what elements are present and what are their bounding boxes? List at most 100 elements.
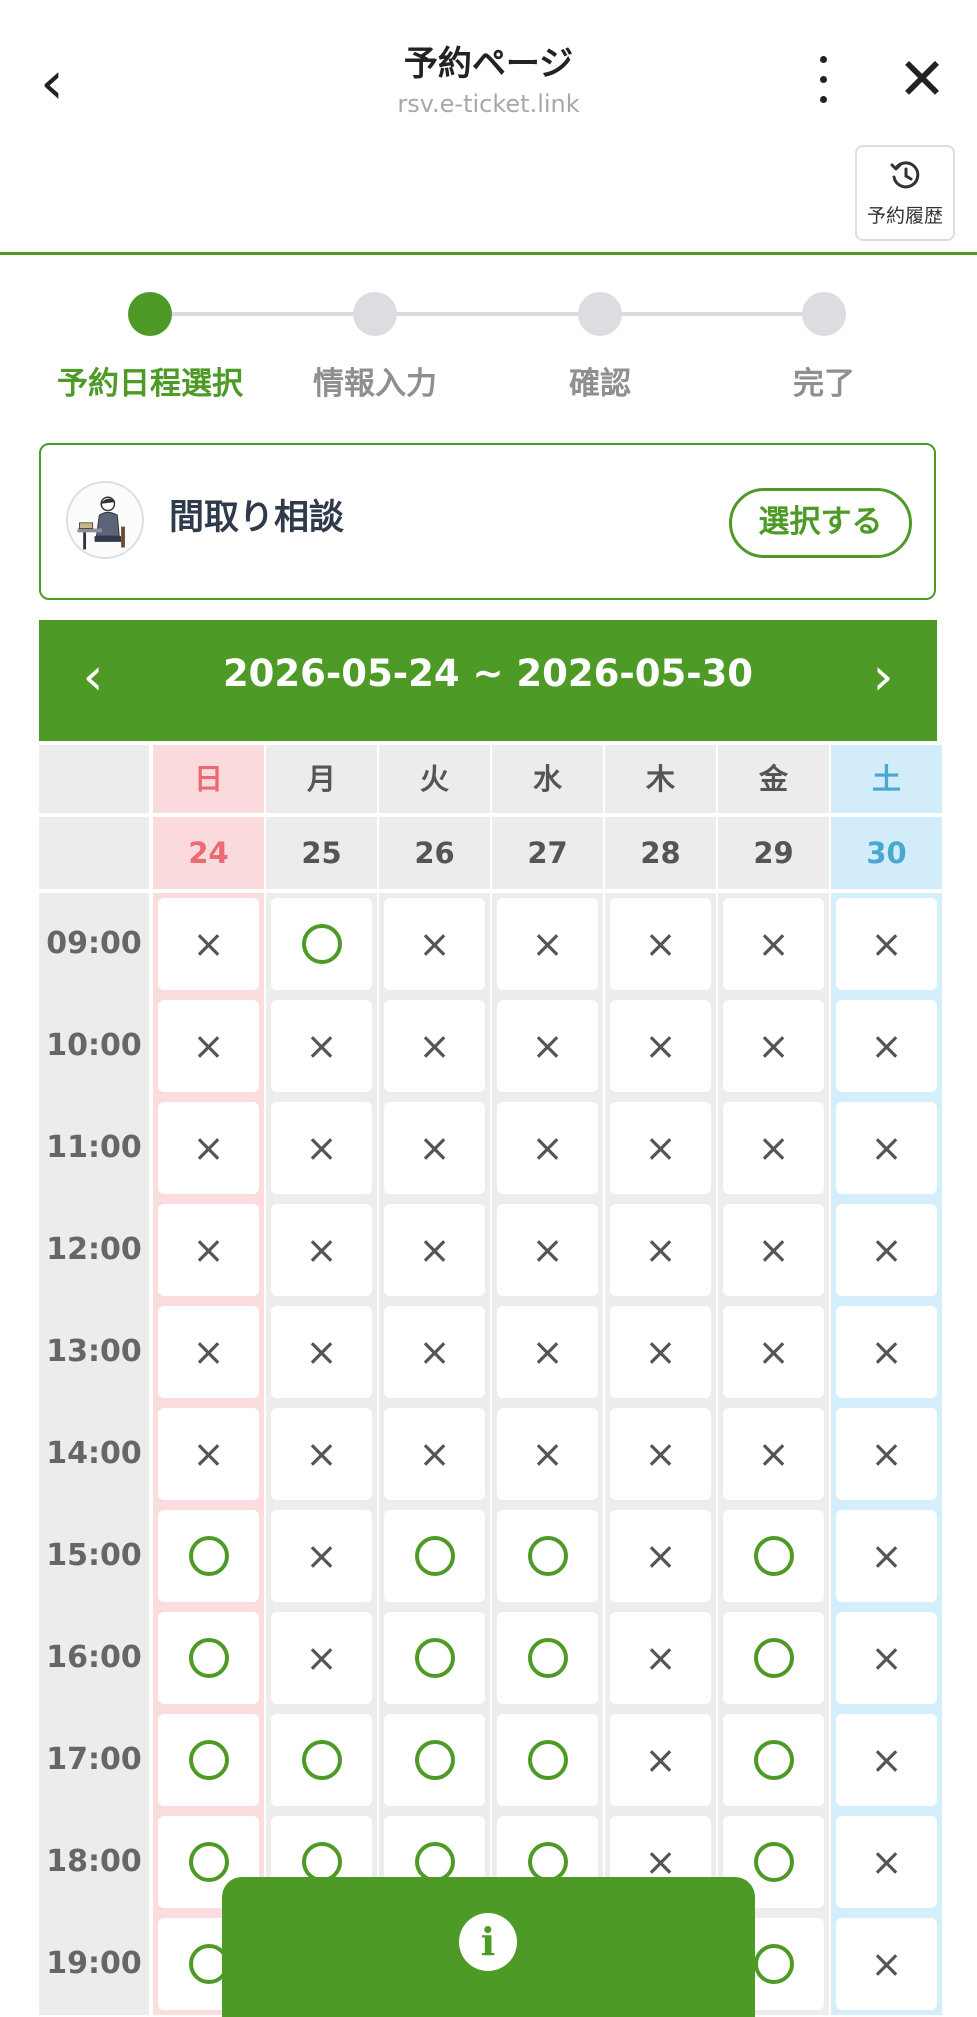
- unavailable-cross-icon: ×: [531, 1126, 564, 1170]
- available-slot[interactable]: [497, 1612, 598, 1704]
- available-slot[interactable]: [497, 1714, 598, 1806]
- time-slot-cell: ×: [153, 893, 264, 995]
- time-slot-cell: ×: [266, 1199, 377, 1301]
- available-slot[interactable]: [158, 1612, 259, 1704]
- step-dot-2: [353, 292, 397, 336]
- unavailable-slot: ×: [836, 1306, 937, 1398]
- unavailable-slot: ×: [836, 898, 937, 990]
- time-slot-cell: ×: [831, 1199, 942, 1301]
- available-circle-icon: [497, 1612, 598, 1704]
- time-slot-cell[interactable]: [379, 1709, 490, 1811]
- time-slot-cell[interactable]: [718, 1505, 829, 1607]
- unavailable-slot: ×: [497, 1204, 598, 1296]
- available-circle-icon: [384, 1612, 485, 1704]
- date-header: 26: [379, 817, 490, 889]
- unavailable-cross-icon: ×: [757, 922, 790, 966]
- available-slot[interactable]: [723, 1510, 824, 1602]
- time-slot-cell[interactable]: [266, 1709, 377, 1811]
- available-circle-icon: [188, 1536, 229, 1576]
- day-of-week-header: 金: [718, 745, 829, 813]
- available-slot[interactable]: [158, 1714, 259, 1806]
- unavailable-slot: ×: [836, 1510, 937, 1602]
- time-slot-cell: ×: [153, 995, 264, 1097]
- time-label: 13:00: [39, 1301, 149, 1403]
- next-week-button[interactable]: ›: [853, 642, 913, 712]
- unavailable-cross-icon: ×: [531, 922, 564, 966]
- time-slot-cell: ×: [492, 1097, 603, 1199]
- time-slot-cell[interactable]: [718, 1709, 829, 1811]
- more-dot-icon: [820, 96, 827, 103]
- unavailable-slot: ×: [723, 898, 824, 990]
- unavailable-cross-icon: ×: [870, 1942, 903, 1986]
- time-slot-cell[interactable]: [153, 1709, 264, 1811]
- time-slot-cell[interactable]: [266, 893, 377, 995]
- time-slot-cell[interactable]: [153, 1607, 264, 1709]
- time-slot-cell[interactable]: [492, 1505, 603, 1607]
- time-label: 15:00: [39, 1505, 149, 1607]
- unavailable-cross-icon: ×: [192, 1330, 225, 1374]
- unavailable-cross-icon: ×: [644, 922, 677, 966]
- time-slot-cell: ×: [153, 1301, 264, 1403]
- close-button[interactable]: ✕: [892, 44, 952, 114]
- unavailable-slot: ×: [384, 1306, 485, 1398]
- time-slot-cell: ×: [831, 1811, 942, 1913]
- day-of-week-header: 日: [153, 745, 264, 813]
- time-slot-cell[interactable]: [492, 1607, 603, 1709]
- day-of-week-header: 木: [605, 745, 716, 813]
- available-slot[interactable]: [271, 898, 372, 990]
- time-slot-cell: ×: [718, 1199, 829, 1301]
- unavailable-cross-icon: ×: [757, 1228, 790, 1272]
- history-button[interactable]: 予約履歴: [855, 145, 955, 241]
- time-slot-cell: ×: [492, 1301, 603, 1403]
- time-slot-cell: ×: [605, 1097, 716, 1199]
- time-slot-cell: ×: [831, 1607, 942, 1709]
- time-slot-cell: ×: [153, 1199, 264, 1301]
- time-slot-cell[interactable]: [153, 1505, 264, 1607]
- time-slot-cell: ×: [718, 995, 829, 1097]
- available-circle-icon: [753, 1536, 794, 1576]
- unavailable-cross-icon: ×: [418, 922, 451, 966]
- available-slot[interactable]: [497, 1510, 598, 1602]
- available-slot[interactable]: [723, 1612, 824, 1704]
- unavailable-cross-icon: ×: [870, 922, 903, 966]
- info-icon[interactable]: i: [459, 1913, 517, 1971]
- time-slot-cell: ×: [831, 893, 942, 995]
- time-slot-cell[interactable]: [492, 1709, 603, 1811]
- select-service-button[interactable]: 選択する: [729, 488, 912, 558]
- unavailable-cross-icon: ×: [644, 1126, 677, 1170]
- date-header: 30: [831, 817, 942, 889]
- available-circle-icon: [301, 1740, 342, 1780]
- time-slot-cell[interactable]: [718, 1607, 829, 1709]
- info-bar[interactable]: i: [222, 1877, 755, 2017]
- time-slot-cell[interactable]: [379, 1505, 490, 1607]
- unavailable-slot: ×: [610, 1306, 711, 1398]
- unavailable-cross-icon: ×: [418, 1024, 451, 1068]
- more-menu-button[interactable]: [805, 50, 841, 110]
- step-label-4: 完了: [793, 366, 855, 402]
- unavailable-slot: ×: [723, 1000, 824, 1092]
- day-of-week-header: 土: [831, 745, 942, 813]
- available-slot[interactable]: [271, 1714, 372, 1806]
- available-slot[interactable]: [384, 1612, 485, 1704]
- unavailable-slot: ×: [158, 898, 259, 990]
- time-slot-cell: ×: [153, 1097, 264, 1199]
- unavailable-slot: ×: [836, 1000, 937, 1092]
- available-circle-icon: [753, 1944, 794, 1984]
- unavailable-slot: ×: [384, 1102, 485, 1194]
- time-slot-cell: ×: [605, 1199, 716, 1301]
- available-circle-icon: [723, 1510, 824, 1602]
- time-slot-cell: ×: [605, 995, 716, 1097]
- unavailable-cross-icon: ×: [418, 1126, 451, 1170]
- unavailable-cross-icon: ×: [870, 1534, 903, 1578]
- unavailable-cross-icon: ×: [870, 1228, 903, 1272]
- step-dot-1: [128, 292, 172, 336]
- unavailable-cross-icon: ×: [870, 1840, 903, 1884]
- available-slot[interactable]: [158, 1510, 259, 1602]
- available-slot[interactable]: [384, 1510, 485, 1602]
- unavailable-cross-icon: ×: [305, 1228, 338, 1272]
- time-slot-cell[interactable]: [379, 1607, 490, 1709]
- available-slot[interactable]: [384, 1714, 485, 1806]
- available-slot[interactable]: [723, 1714, 824, 1806]
- unavailable-cross-icon: ×: [192, 1228, 225, 1272]
- header-corner: [39, 745, 149, 813]
